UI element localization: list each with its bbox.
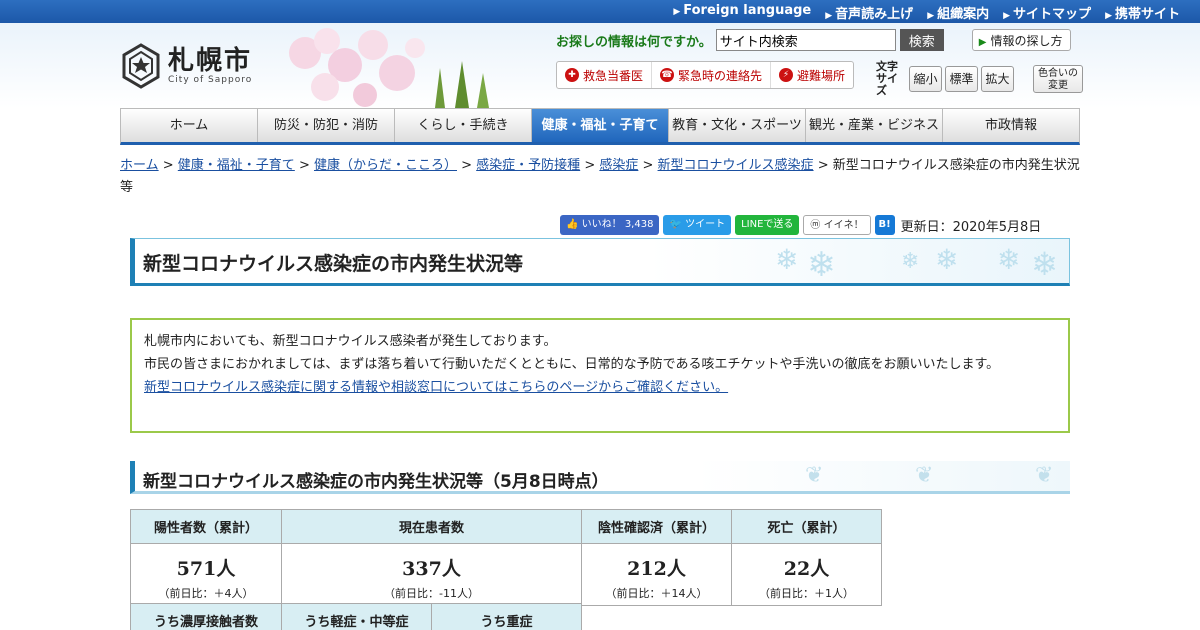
leaf-decoration-icon: ❦ <box>1035 463 1054 488</box>
tweet-button[interactable]: 🐦 ツイート <box>663 215 732 235</box>
search-input[interactable] <box>715 29 896 51</box>
status-subtable: うち濃厚接触者数 うち軽症・中等症 うち重症 <box>130 603 582 630</box>
hatena-bookmark-button[interactable]: B! <box>874 215 895 235</box>
search-guide-button[interactable]: ▶ 情報の探し方 <box>971 29 1072 51</box>
table-cell: 337人 （前日比：-11人） <box>281 543 582 606</box>
section-title: 新型コロナウイルス感染症の市内発生状況等（5月8日時点） <box>143 472 609 492</box>
notice-box: 札幌市内においても、新型コロナウイルス感染者が発生しております。 市民の皆さまに… <box>130 318 1070 433</box>
sapporo-emblem-icon <box>122 43 160 89</box>
table-header: うち重症 <box>431 603 582 630</box>
voice-reading-link[interactable]: ▶ 音声読み上げ <box>825 3 913 22</box>
global-nav: ホーム 防災・防犯・消防 くらし・手続き 健康・福祉・子育て 教育・文化・スポー… <box>120 108 1080 145</box>
table-header: 陽性者数（累計） <box>130 509 282 544</box>
nav-education[interactable]: 教育・文化・スポーツ <box>669 109 806 142</box>
breadcrumb-link[interactable]: ホーム <box>120 158 159 173</box>
evacuation-link[interactable]: ⚡ 避難場所 <box>771 62 853 88</box>
table-header: 死亡（累計） <box>731 509 882 544</box>
table-cell: 212人 （前日比：＋14人） <box>581 543 732 606</box>
mobile-site-link[interactable]: ▶ 携帯サイト <box>1105 3 1180 22</box>
nav-living[interactable]: くらし・手続き <box>395 109 532 142</box>
site-logo[interactable]: 札幌市 City of Sapporo <box>120 43 252 89</box>
font-normal-button[interactable]: 標準 <box>945 66 978 92</box>
nav-city-info[interactable]: 市政情報 <box>943 109 1079 142</box>
nav-tourism[interactable]: 観光・産業・ビジネス <box>806 109 943 142</box>
mixi-check-button[interactable]: ⓜ イイネ！ <box>803 215 871 235</box>
font-size-label: 文字サイズ <box>876 60 898 97</box>
snowflake-icon: ❄ <box>901 249 920 274</box>
page-title-box: 新型コロナウイルス感染症の市内発生状況等 ❄ ❄ ❄ ❄ ❄ ❄ <box>130 238 1070 286</box>
table-header: 現在患者数 <box>281 509 582 544</box>
table-cell: 571人 （前日比：＋4人） <box>130 543 282 606</box>
twitter-bird-icon: 🐦 <box>669 219 686 230</box>
mixi-icon: ⓜ <box>810 220 824 231</box>
play-arrow-icon: ▶ <box>978 37 987 48</box>
notice-text: 札幌市内においても、新型コロナウイルス感染者が発生しております。 <box>144 334 557 349</box>
nav-health[interactable]: 健康・福祉・子育て <box>532 109 669 142</box>
breadcrumb-link[interactable]: 健康（からだ・こころ） <box>314 158 457 173</box>
color-change-button[interactable]: 色合いの変更 <box>1033 65 1083 93</box>
leaf-decoration-icon: ❦ <box>915 463 934 488</box>
cherry-blossom-banner <box>289 28 489 108</box>
snowflake-icon: ❄ <box>1031 245 1058 283</box>
snowflake-icon: ❄ <box>775 243 799 276</box>
line-share-button[interactable]: LINEで送る <box>735 215 800 235</box>
font-small-button[interactable]: 縮小 <box>909 66 942 92</box>
sitemap-link[interactable]: ▶ サイトマップ <box>1003 3 1091 22</box>
page-title: 新型コロナウイルス感染症の市内発生状況等 <box>143 253 524 275</box>
city-name-en: City of Sapporo <box>168 75 253 85</box>
hospital-icon: ✚ <box>565 68 579 82</box>
site-search: お探しの情報は何ですか。 検索 ▶情報の探し方 <box>556 29 1072 51</box>
organization-link[interactable]: ▶ 組織案内 <box>927 3 989 22</box>
table-cell: 22人 （前日比：＋1人） <box>731 543 882 606</box>
evacuation-icon: ⚡ <box>779 68 794 82</box>
section-heading: 新型コロナウイルス感染症の市内発生状況等（5月8日時点） ❦ ❦ ❦ <box>130 461 1070 494</box>
breadcrumb: ホーム > 健康・福祉・子育て > 健康（からだ・こころ） > 感染症・予防接種… <box>120 158 1080 195</box>
leaf-decoration-icon: ❦ <box>805 463 824 488</box>
breadcrumb-link[interactable]: 感染症・予防接種 <box>476 158 580 173</box>
search-question: お探しの情報は何ですか。 <box>556 34 712 50</box>
city-name: 札幌市 <box>168 46 253 76</box>
updated-date: 更新日：2020年5月8日 <box>900 219 1042 235</box>
top-utility-bar: ▶ Foreign language ▶ 音声読み上げ ▶ 組織案内 ▶ サイトマップ … <box>0 0 1200 23</box>
social-share-bar: 👍 いいね！ 3,438 🐦 ツイート LINEで送る ⓜ イイネ！ B! 更新… <box>560 215 1041 235</box>
search-button[interactable]: 検索 <box>899 29 944 51</box>
breadcrumb-link[interactable]: 健康・福祉・子育て <box>178 158 295 173</box>
snowflake-icon: ❄ <box>807 245 836 285</box>
facebook-like-button[interactable]: 👍 いいね！ 3,438 <box>560 215 660 235</box>
table-header: うち軽症・中等症 <box>281 603 432 630</box>
emergency-links: ✚ 救急当番医 ☎ 緊急時の連絡先 ⚡ 避難場所 <box>556 61 855 89</box>
font-large-button[interactable]: 拡大 <box>981 66 1014 92</box>
phone-icon: ☎ <box>660 68 675 82</box>
status-table: 陽性者数（累計） 現在患者数 陰性確認済（累計） 死亡（累計） 571人 （前日比… <box>130 509 882 606</box>
font-size-controls: 文字サイズ 縮小 標準 拡大 色合いの変更 <box>876 61 1083 97</box>
table-header: 陰性確認済（累計） <box>581 509 732 544</box>
foreign-language-link[interactable]: ▶ Foreign language <box>673 3 811 22</box>
snowflake-icon: ❄ <box>935 243 959 276</box>
breadcrumb-link[interactable]: 感染症 <box>599 158 638 173</box>
breadcrumb-link[interactable]: 新型コロナウイルス感染症 <box>658 158 814 173</box>
nav-home[interactable]: ホーム <box>121 109 258 142</box>
nav-disaster[interactable]: 防災・防犯・消防 <box>258 109 395 142</box>
emergency-contact-link[interactable]: ☎ 緊急時の連絡先 <box>652 62 772 88</box>
site-header: 札幌市 City of Sapporo お探しの情報は何ですか。 検索 ▶情報の… <box>0 23 1200 108</box>
thumbs-up-icon: 👍 <box>566 219 582 230</box>
snowflake-icon: ❄ <box>997 243 1021 276</box>
table-header: うち濃厚接触者数 <box>130 603 282 630</box>
emergency-doctor-link[interactable]: ✚ 救急当番医 <box>557 62 653 88</box>
consultation-info-link[interactable]: 新型コロナウイルス感染症に関する情報や相談窓口についてはこちらのページからご確認… <box>144 380 728 395</box>
notice-text: 市民の皆さまにおかれましては、まずは落ち着いて行動いただくとともに、日常的な予防… <box>144 357 1000 372</box>
